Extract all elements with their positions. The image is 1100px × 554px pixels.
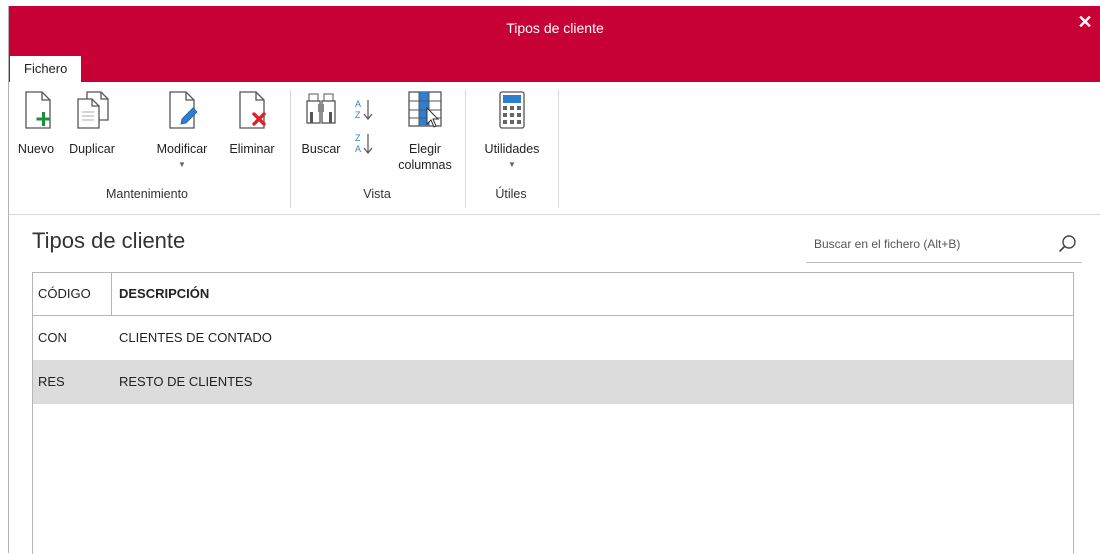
title-bar: Tipos de cliente ✕ (9, 6, 1100, 56)
choose-columns-icon (408, 91, 442, 128)
ribbon: Nuevo Duplicar Modificar ▼ Eliminar Mant… (9, 82, 1100, 215)
group-label-utiles: Útiles (495, 187, 527, 201)
elegir-columnas-label: Elegir columnas (398, 142, 452, 172)
calculator-icon (499, 91, 525, 129)
sort-descending-button[interactable]: Z A (351, 130, 377, 158)
duplicar-label: Duplicar (69, 142, 115, 156)
group-divider (558, 90, 559, 208)
nuevo-button[interactable]: Nuevo (11, 88, 61, 178)
utilidades-label: Utilidades (484, 142, 540, 156)
svg-text:Z: Z (355, 110, 361, 120)
group-label-vista: Vista (363, 187, 391, 201)
column-header-descripcion[interactable]: DESCRIPCIÓN (119, 273, 209, 315)
close-button[interactable]: ✕ (1075, 12, 1095, 32)
binoculars-icon (306, 93, 336, 124)
sort-ascending-button[interactable]: A Z (351, 96, 377, 124)
eliminar-button[interactable]: Eliminar (219, 88, 285, 178)
cell-codigo: RES (38, 374, 65, 389)
duplicar-button[interactable]: Duplicar (61, 88, 123, 178)
sort-za-icon: Z A (355, 133, 373, 154)
data-table: CÓDIGO DESCRIPCIÓN CON CLIENTES DE CONTA… (32, 272, 1074, 554)
delete-document-icon (239, 91, 266, 129)
svg-text:A: A (355, 99, 361, 109)
search-box (806, 228, 1082, 263)
modificar-label: Modificar (156, 142, 208, 156)
ribbon-tab-bar: Fichero (9, 56, 1100, 82)
svg-text:A: A (355, 144, 361, 154)
group-label-mantenimiento: Mantenimiento (106, 187, 188, 201)
table-row[interactable]: CON CLIENTES DE CONTADO (33, 316, 1073, 360)
buscar-label: Buscar (301, 142, 341, 156)
table-row-selected[interactable]: RES RESTO DE CLIENTES (33, 360, 1073, 404)
cell-descripcion: CLIENTES DE CONTADO (119, 330, 272, 345)
eliminar-label: Eliminar (229, 142, 275, 156)
duplicate-icon (77, 91, 109, 129)
window-title: Tipos de cliente (506, 20, 604, 36)
edit-document-icon (169, 91, 198, 129)
ribbon-group-mantenimiento: Nuevo Duplicar Modificar ▼ Eliminar Mant… (9, 88, 285, 208)
utilidades-button[interactable]: Utilidades ▼ (472, 88, 552, 178)
tab-fichero[interactable]: Fichero (10, 56, 82, 82)
cell-codigo: CON (38, 330, 67, 345)
search-icon[interactable] (1058, 234, 1078, 254)
modificar-button[interactable]: Modificar ▼ (145, 88, 219, 178)
column-header-codigo[interactable]: CÓDIGO (38, 273, 91, 315)
new-document-icon (25, 91, 51, 129)
page-title: Tipos de cliente (32, 228, 186, 253)
svg-text:Z: Z (355, 133, 361, 143)
sort-az-icon: A Z (355, 99, 373, 120)
column-divider (111, 273, 112, 315)
chevron-down-icon: ▼ (508, 160, 516, 169)
ribbon-group-vista: Buscar A Z Z A Elegir columnas Vista (291, 88, 463, 208)
cell-descripcion: RESTO DE CLIENTES (119, 374, 253, 389)
chevron-down-icon: ▼ (178, 160, 186, 169)
elegir-columnas-button[interactable]: Elegir columnas (391, 88, 459, 178)
table-header: CÓDIGO DESCRIPCIÓN (33, 273, 1073, 316)
nuevo-label: Nuevo (17, 142, 55, 156)
search-input[interactable] (806, 228, 1044, 260)
ribbon-group-utiles: Utilidades ▼ Útiles (466, 88, 556, 208)
buscar-button[interactable]: Buscar (295, 88, 347, 178)
